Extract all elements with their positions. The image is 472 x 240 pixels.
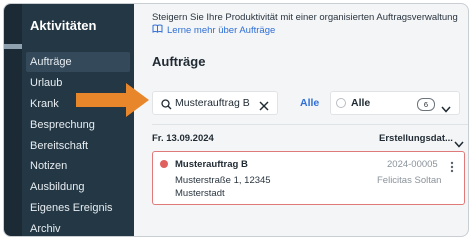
close-icon[interactable] [259, 98, 269, 116]
page-title: Aufträge [152, 54, 206, 69]
search-icon [161, 97, 172, 115]
sidebar-item-notizen[interactable]: Notizen [26, 156, 130, 176]
search-value: Musterauftrag B [175, 97, 250, 109]
sidebar-list: Aufträge Urlaub Krank Besprechung Bereit… [26, 52, 130, 236]
sort-dropdown[interactable]: Erstellungsdat... [379, 133, 453, 144]
more-options-icon[interactable] [450, 160, 454, 178]
filter-all-link[interactable]: Alle [300, 97, 319, 109]
book-icon [152, 24, 163, 36]
learn-more-link[interactable]: Lerne mehr über Aufträge [152, 24, 275, 36]
filter-select-label: Alle [351, 97, 371, 109]
promo-text: Steigern Sie Ihre Produktivität mit eine… [152, 12, 458, 23]
learn-more-label: Lerne mehr über Aufträge [167, 24, 276, 36]
chevron-down-icon [441, 100, 451, 118]
count-badge: 6 [417, 98, 435, 111]
sidebar-title: Aktivitäten [30, 18, 97, 33]
rail-indicator [4, 44, 22, 49]
order-card[interactable]: Musterauftrag B 2024-00005 Musterstraße … [152, 151, 465, 205]
sidebar-item-archiv[interactable]: Archiv [26, 219, 130, 236]
filter-radio[interactable] [336, 98, 346, 108]
sidebar-item-bereitschaft[interactable]: Bereitschaft [26, 136, 130, 156]
order-name: Musterauftrag B [175, 159, 248, 170]
search-input[interactable]: Musterauftrag B [152, 91, 278, 115]
callout-arrow-icon [76, 83, 149, 117]
app-rail [4, 4, 22, 236]
section-divider [152, 124, 468, 125]
order-street: Musterstraße 1, 12345 [175, 175, 271, 186]
main-content: Steigern Sie Ihre Produktivität mit eine… [134, 4, 468, 236]
sidebar-item-ausbildung[interactable]: Ausbildung [26, 177, 130, 197]
activities-sidebar: Aktivitäten Aufträge Urlaub Krank Bespre… [22, 4, 134, 236]
order-employee: Felicitas Soltan [377, 175, 442, 186]
sidebar-item-besprechung[interactable]: Besprechung [26, 115, 130, 135]
sidebar-item-auftraege[interactable]: Aufträge [26, 52, 130, 72]
status-filter-select[interactable]: Alle 6 [330, 91, 460, 115]
status-dot [160, 160, 168, 168]
sidebar-item-eigenes-ereignis[interactable]: Eigenes Ereignis [26, 198, 130, 218]
order-city: Musterstadt [175, 188, 225, 199]
app-window: Aktivitäten Aufträge Urlaub Krank Bespre… [3, 3, 469, 237]
group-date-header: Fr. 13.09.2024 [152, 133, 214, 144]
order-number: 2024-00005 [387, 159, 438, 170]
